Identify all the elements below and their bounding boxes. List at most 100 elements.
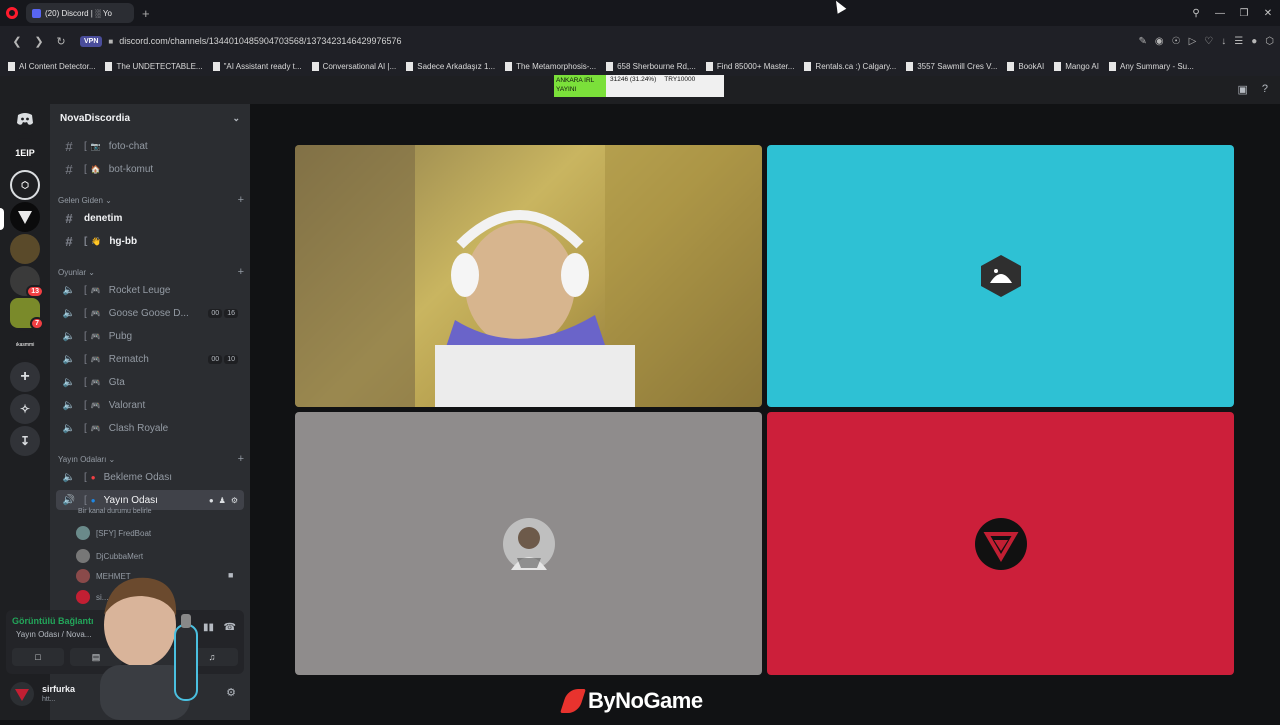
discord-home-icon[interactable]: [10, 104, 40, 134]
channel-status[interactable]: Bir kanal durumu belirle: [78, 508, 152, 515]
voice-channel-clash-royale[interactable]: 🔈 [🎮 Clash Royale: [56, 418, 244, 438]
minimize-icon[interactable]: —: [1208, 8, 1232, 19]
voice-channel-yayin-odasi[interactable]: 🔊 [● Yayın Odası ● ♟ ⚙: [56, 490, 244, 510]
bookmark-item[interactable]: Conversational AI |...: [311, 61, 396, 71]
document-icon: [606, 61, 614, 71]
category-gelen-giden[interactable]: Gelen Giden ⌄ +: [58, 193, 244, 207]
bookmark-item[interactable]: 3557 Sawmill Cres V...: [906, 61, 997, 71]
speaker-icon: 🔈: [62, 376, 76, 388]
add-channel-icon[interactable]: +: [238, 453, 244, 465]
notification-badge: 7: [30, 317, 44, 330]
server-icon[interactable]: [10, 234, 40, 264]
search-icon[interactable]: ⚲: [1184, 8, 1208, 19]
maximize-icon[interactable]: ❐: [1232, 8, 1256, 19]
edit-icon[interactable]: ✎: [1138, 36, 1146, 47]
bookmark-item[interactable]: AI Content Detector...: [8, 61, 95, 71]
avatar: [502, 517, 555, 570]
channel-label: Pubg: [108, 330, 133, 342]
address-actions: ✎ ◉ ☉ ▷ ♡ ↓ ☰ ● ⬡: [1138, 36, 1274, 47]
download-apps-icon[interactable]: ↧: [10, 426, 40, 456]
video-tile-avatar-red[interactable]: [767, 412, 1234, 675]
heart-icon[interactable]: ♡: [1204, 36, 1213, 47]
chat-icon[interactable]: ●: [209, 496, 214, 505]
avatar: [974, 517, 1027, 570]
camera-icon[interactable]: ◉: [1155, 36, 1164, 47]
shield-icon[interactable]: ☉: [1172, 36, 1181, 47]
opera-logo-icon[interactable]: [6, 7, 18, 19]
gamepad-icon: 🎮: [90, 308, 101, 318]
vpn-badge[interactable]: VPN: [80, 35, 103, 47]
document-icon: [1109, 61, 1116, 71]
server-icon[interactable]: 13: [10, 266, 44, 298]
extension-icon[interactable]: ⬡: [1265, 36, 1274, 47]
url-field[interactable]: discord.com/channels/1344010485904703568…: [119, 36, 401, 46]
voice-channel-bekleme[interactable]: 🔈 [● Bekleme Odası: [56, 467, 244, 487]
profile-icon[interactable]: ●: [1251, 36, 1257, 47]
address-bar: ❮ ❯ ↻ VPN ■ discord.com/channels/1344010…: [0, 26, 1280, 56]
bookmark-item[interactable]: Find 85000+ Master...: [705, 61, 794, 71]
server-icon[interactable]: 1EIP: [10, 138, 40, 168]
bookmark-item[interactable]: Sadece Arkadaşız 1...: [406, 61, 495, 71]
camera-off-icon[interactable]: □: [12, 648, 64, 666]
gamepad-icon: 🎮: [90, 400, 101, 410]
bookmark-item[interactable]: Mango AI: [1054, 61, 1099, 71]
voice-channel-valorant[interactable]: 🔈 [🎮 Valorant: [56, 395, 244, 415]
channel-foto-chat[interactable]: # [ 📷 foto-chat: [56, 136, 244, 156]
blue-circle-icon: ●: [90, 495, 96, 505]
channel-label: Goose Goose D...: [108, 307, 189, 319]
voice-channel-gta[interactable]: 🔈 [🎮 Gta: [56, 372, 244, 392]
add-channel-icon[interactable]: +: [238, 194, 244, 206]
speaker-icon: 🔈: [62, 422, 76, 434]
bookmark-item[interactable]: "AI Assistant ready t...: [212, 61, 302, 71]
bookmark-item[interactable]: BookAI: [1007, 61, 1044, 71]
document-icon: [311, 61, 319, 71]
server-icon[interactable]: ıkasmmi: [10, 330, 40, 360]
category-yayin-odalari[interactable]: Yayın Odaları ⌄ +: [58, 452, 244, 466]
video-tile-avatar-gray[interactable]: [295, 412, 762, 675]
voice-member[interactable]: DjCubbaMert: [76, 547, 143, 565]
voice-channel-goose[interactable]: 🔈 [🎮 Goose Goose D... 00 16: [56, 303, 244, 323]
menu-icon[interactable]: ☰: [1234, 36, 1243, 47]
forward-icon[interactable]: ❯: [28, 35, 50, 48]
category-oyunlar[interactable]: Oyunlar ⌄ +: [58, 265, 244, 279]
server-icon[interactable]: ⬡: [10, 170, 40, 200]
inbox-icon[interactable]: ▣: [1237, 83, 1247, 96]
close-icon[interactable]: ✕: [1256, 8, 1280, 19]
video-tile-avatar-cyan[interactable]: [767, 145, 1234, 407]
add-channel-icon[interactable]: +: [238, 266, 244, 278]
download-icon[interactable]: ↓: [1221, 36, 1226, 47]
play-icon[interactable]: ▷: [1189, 36, 1197, 47]
add-server-icon[interactable]: +: [10, 362, 40, 392]
video-tile-camera[interactable]: [295, 145, 762, 407]
bookmark-item[interactable]: Any Summary - Su...: [1109, 61, 1194, 71]
channel-label: Rocket Leuge: [108, 284, 171, 296]
voice-member[interactable]: [SFY] FredBoat: [76, 524, 151, 542]
voice-channel-rematch[interactable]: 🔈 [🎮 Rematch 00 10: [56, 349, 244, 369]
gamepad-icon: 🎮: [90, 331, 101, 341]
document-icon: [705, 61, 713, 71]
browser-tab[interactable]: (20) Discord | ░ Yo: [26, 3, 134, 23]
reload-icon[interactable]: ↻: [50, 35, 72, 48]
discord-favicon-icon: [32, 8, 41, 18]
help-icon[interactable]: ?: [1262, 83, 1268, 96]
bookmark-item[interactable]: The UNDETECTABLE...: [105, 61, 203, 71]
bookmark-item[interactable]: 658 Sherbourne Rd,...: [606, 61, 696, 71]
invite-icon[interactable]: ♟: [219, 496, 226, 505]
bookmark-item[interactable]: Rentals.ca :) Calgary...: [804, 61, 896, 71]
bookmarks-bar: AI Content Detector... The UNDETECTABLE.…: [0, 56, 1280, 76]
lock-icon[interactable]: ■: [108, 37, 113, 46]
discover-icon[interactable]: ✧: [10, 394, 40, 424]
back-icon[interactable]: ❮: [6, 35, 28, 48]
avatar[interactable]: [10, 682, 34, 706]
server-header[interactable]: NovaDiscordia ⌄: [50, 104, 250, 132]
voice-channel-rocket-leuge[interactable]: 🔈 [🎮 Rocket Leuge: [56, 280, 244, 300]
server-icon[interactable]: 7: [10, 298, 44, 330]
voice-channel-pubg[interactable]: 🔈 [🎮 Pubg: [56, 326, 244, 346]
bookmark-item[interactable]: The Metamorphosis-...: [505, 61, 596, 71]
channel-hg-bb[interactable]: # [ 👋 hg-bb: [56, 231, 244, 251]
new-tab-icon[interactable]: +: [142, 6, 150, 21]
settings-icon[interactable]: ⚙: [231, 496, 238, 505]
channel-bot-komut[interactable]: # [ 🏠 bot-komut: [56, 159, 244, 179]
server-icon-selected[interactable]: [10, 202, 40, 232]
channel-denetim[interactable]: # denetim: [56, 208, 244, 228]
